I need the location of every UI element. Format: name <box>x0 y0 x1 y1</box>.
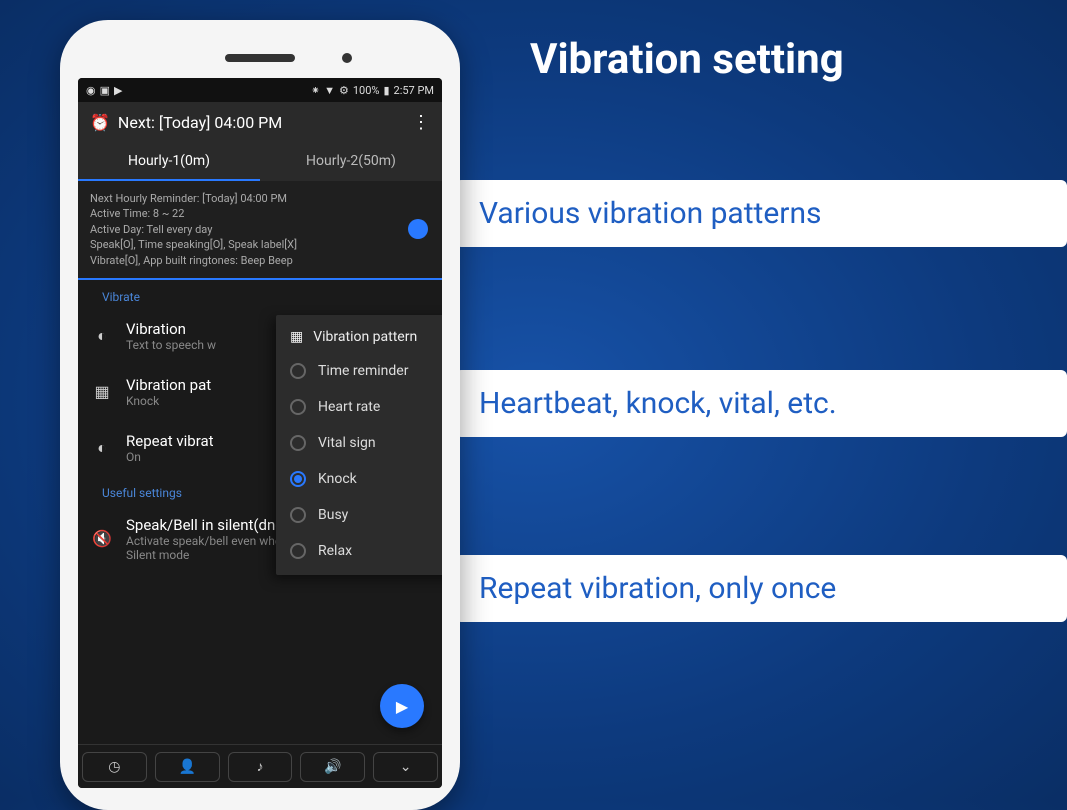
info-card: Next Hourly Reminder: [Today] 04:00 PM A… <box>78 181 442 280</box>
info-line-3: Active Day: Tell every day <box>90 222 430 237</box>
radio-icon <box>290 543 306 559</box>
pattern-icon: ▦ <box>90 382 114 401</box>
volume-icon: 🔊 <box>324 759 341 775</box>
popup-option-label: Knock <box>318 471 357 487</box>
popup-option-busy[interactable]: Busy <box>276 497 442 533</box>
vibration-icon: ◐ <box>90 326 114 346</box>
repeat-icon: ◐ <box>90 438 114 458</box>
music-icon: ♪ <box>256 758 263 775</box>
speak-icon: 👤 <box>178 759 195 775</box>
play-fab[interactable]: ▶ <box>380 684 424 728</box>
notification-icon: ◉ <box>86 84 96 97</box>
speaker <box>225 54 295 62</box>
chevron-down-icon: ⌄ <box>400 759 412 775</box>
feature-card-patterns: Various vibration patterns <box>455 180 1067 247</box>
status-right: ⁕ ▼ ⚙ 100% ▮ 2:57 PM <box>311 84 434 97</box>
popup-option-vital-sign[interactable]: Vital sign <box>276 425 442 461</box>
popup-option-label: Time reminder <box>318 363 408 379</box>
nav-volume[interactable]: 🔊 <box>300 752 365 782</box>
notification-icon-2: ▣ <box>100 84 110 97</box>
vibration-pattern-popup: ▦ Vibration pattern Time reminder Heart … <box>276 315 442 575</box>
page-title: Vibration setting <box>530 35 844 84</box>
feature-card-heartbeat: Heartbeat, knock, vital, etc. <box>455 370 1067 437</box>
feature-card-repeat: Repeat vibration, only once <box>455 555 1067 622</box>
nav-more[interactable]: ⌄ <box>373 752 438 782</box>
clock-icon: ◷ <box>108 759 120 775</box>
tab-hourly-1[interactable]: Hourly-1(0m) <box>78 143 260 181</box>
popup-option-label: Heart rate <box>318 399 380 415</box>
nav-music[interactable]: ♪ <box>228 752 293 782</box>
radio-icon <box>290 363 306 379</box>
phone-top <box>78 38 442 78</box>
silent-icon: 🔇 <box>90 529 114 548</box>
radio-icon <box>290 399 306 415</box>
info-line-4: Speak[O], Time speaking[O], Speak label[… <box>90 237 430 252</box>
wifi-icon: ▼ <box>324 84 335 97</box>
phone-frame: ◉ ▣ ▶ ⁕ ▼ ⚙ 100% ▮ 2:57 PM ⏰ Next: [Toda… <box>60 20 460 810</box>
bluetooth-icon: ⁕ <box>311 84 320 97</box>
info-line-1: Next Hourly Reminder: [Today] 04:00 PM <box>90 191 430 206</box>
info-line-5: Vibrate[O], App built ringtones: Beep Be… <box>90 253 430 268</box>
battery-icon: ▮ <box>383 84 389 97</box>
info-toggle[interactable] <box>408 219 428 239</box>
notification-icon-3: ▶ <box>114 84 122 97</box>
battery-text: 100% <box>353 84 380 97</box>
popup-header-icon: ▦ <box>290 329 303 345</box>
info-line-2: Active Time: 8 ~ 22 <box>90 206 430 221</box>
phone-screen: ◉ ▣ ▶ ⁕ ▼ ⚙ 100% ▮ 2:57 PM ⏰ Next: [Toda… <box>78 78 442 788</box>
overflow-menu-icon[interactable]: ⋮ <box>412 112 430 133</box>
status-left: ◉ ▣ ▶ <box>86 84 122 97</box>
popup-option-knock[interactable]: Knock <box>276 461 442 497</box>
popup-option-relax[interactable]: Relax <box>276 533 442 569</box>
settings-icon: ⚙ <box>339 84 349 97</box>
popup-option-label: Busy <box>318 507 348 523</box>
popup-header: ▦ Vibration pattern <box>276 321 442 353</box>
popup-header-title: Vibration pattern <box>313 329 417 345</box>
popup-option-time-reminder[interactable]: Time reminder <box>276 353 442 389</box>
section-vibrate-label: Vibrate <box>78 280 442 308</box>
camera <box>342 53 352 63</box>
bottom-nav: ◷ 👤 ♪ 🔊 ⌄ <box>78 744 442 788</box>
app-header: ⏰ Next: [Today] 04:00 PM ⋮ <box>78 102 442 143</box>
tabs: Hourly-1(0m) Hourly-2(50m) <box>78 143 442 181</box>
tab-hourly-2[interactable]: Hourly-2(50m) <box>260 143 442 181</box>
radio-icon <box>290 507 306 523</box>
popup-option-heart-rate[interactable]: Heart rate <box>276 389 442 425</box>
nav-clock[interactable]: ◷ <box>82 752 147 782</box>
app-header-left: ⏰ Next: [Today] 04:00 PM <box>90 113 282 132</box>
radio-icon-selected <box>290 471 306 487</box>
popup-option-label: Vital sign <box>318 435 376 451</box>
play-icon: ▶ <box>396 697 408 716</box>
alarm-icon: ⏰ <box>90 113 110 132</box>
popup-option-label: Relax <box>318 543 352 559</box>
status-bar: ◉ ▣ ▶ ⁕ ▼ ⚙ 100% ▮ 2:57 PM <box>78 78 442 102</box>
clock-text: 2:57 PM <box>394 84 434 97</box>
radio-icon <box>290 435 306 451</box>
nav-speak[interactable]: 👤 <box>155 752 220 782</box>
app-header-title: Next: [Today] 04:00 PM <box>118 113 282 132</box>
